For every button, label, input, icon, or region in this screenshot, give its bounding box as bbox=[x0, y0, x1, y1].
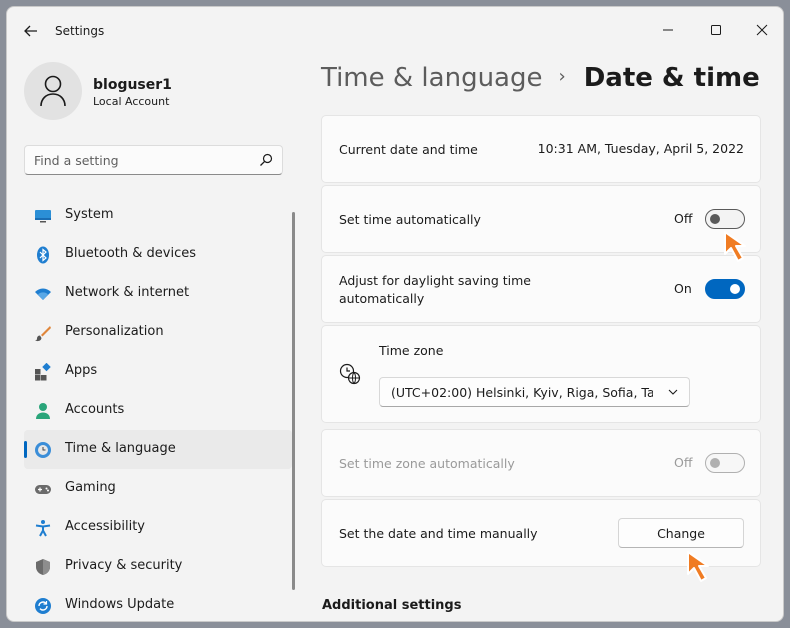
minimize-icon bbox=[663, 29, 673, 31]
sidebar-item-privacy[interactable]: Privacy & security bbox=[24, 547, 292, 586]
sidebar-item-windows-update[interactable]: Windows Update bbox=[24, 586, 292, 621]
set-time-zone-auto-label: Set time zone automatically bbox=[339, 456, 515, 471]
title-bar: Settings bbox=[7, 7, 783, 51]
back-arrow-icon bbox=[24, 25, 37, 37]
toggle-knob bbox=[710, 458, 720, 468]
sidebar-item-accessibility[interactable]: Accessibility bbox=[24, 508, 292, 547]
breadcrumb-separator: › bbox=[558, 66, 566, 87]
sidebar-item-label: Network & internet bbox=[65, 285, 190, 300]
sidebar-item-personalization[interactable]: Personalization bbox=[24, 313, 292, 352]
set-time-zone-auto-toggle bbox=[705, 453, 745, 473]
set-time-auto-label: Set time automatically bbox=[339, 212, 481, 227]
maximize-icon bbox=[711, 25, 721, 35]
daylight-saving-label-line1: Adjust for daylight saving time bbox=[339, 273, 531, 288]
time-zone-selected: (UTC+02:00) Helsinki, Kyiv, Riga, Sofia,… bbox=[391, 385, 653, 400]
globe-clock-icon bbox=[339, 363, 361, 385]
search-input[interactable] bbox=[25, 146, 245, 174]
account-type: Local Account bbox=[93, 95, 170, 108]
close-icon bbox=[756, 24, 768, 36]
manual-datetime-label: Set the date and time manually bbox=[339, 526, 538, 541]
shield-icon bbox=[36, 559, 50, 575]
accessibility-icon bbox=[35, 520, 51, 537]
settings-window: Settings bloguser1 Local Account Find a … bbox=[6, 6, 784, 622]
sidebar-item-label: Privacy & security bbox=[65, 558, 183, 573]
daylight-saving-card: Adjust for daylight saving time automati… bbox=[321, 255, 761, 323]
wifi-icon bbox=[35, 288, 51, 300]
daylight-saving-label-line2: automatically bbox=[339, 291, 425, 306]
sidebar-item-label: Gaming bbox=[65, 480, 116, 495]
current-datetime-label: Current date and time bbox=[339, 142, 478, 157]
user-name: bloguser1 bbox=[93, 77, 172, 93]
additional-settings-heading: Additional settings bbox=[322, 598, 462, 613]
close-button[interactable] bbox=[745, 15, 779, 45]
set-time-auto-state: Off bbox=[674, 211, 693, 226]
globe-clock-icon bbox=[35, 442, 51, 458]
current-datetime-value: 10:31 AM, Tuesday, April 5, 2022 bbox=[537, 141, 744, 156]
update-icon bbox=[35, 598, 51, 614]
page-title: Date & time bbox=[583, 63, 760, 93]
time-zone-dropdown[interactable]: (UTC+02:00) Helsinki, Kyiv, Riga, Sofia,… bbox=[379, 377, 690, 407]
sidebar-item-label: Accounts bbox=[65, 402, 125, 417]
avatar[interactable] bbox=[24, 62, 82, 120]
active-indicator bbox=[24, 441, 27, 458]
daylight-saving-toggle[interactable] bbox=[705, 279, 745, 299]
scrollbar[interactable] bbox=[292, 212, 295, 590]
sidebar-item-gaming[interactable]: Gaming bbox=[24, 469, 292, 508]
sidebar-item-label: Personalization bbox=[65, 324, 164, 339]
sidebar-item-system[interactable]: System bbox=[24, 196, 292, 235]
sidebar-item-network[interactable]: Network & internet bbox=[24, 274, 292, 313]
user-icon bbox=[40, 75, 66, 107]
pointer-arrow-icon bbox=[724, 231, 746, 262]
time-zone-label: Time zone bbox=[379, 343, 444, 358]
sidebar-item-bluetooth[interactable]: Bluetooth & devices bbox=[24, 235, 292, 274]
set-time-zone-auto-card: Set time zone automatically Off bbox=[321, 429, 761, 497]
change-button[interactable]: Change bbox=[618, 518, 744, 548]
sidebar-nav: System Bluetooth & devices Network & int… bbox=[24, 196, 292, 621]
minimize-button[interactable] bbox=[651, 15, 685, 45]
bluetooth-icon bbox=[37, 246, 49, 264]
search-icon[interactable] bbox=[259, 153, 273, 167]
search-box[interactable] bbox=[24, 145, 283, 175]
sidebar-item-label: Windows Update bbox=[65, 597, 175, 612]
breadcrumb-parent[interactable]: Time & language bbox=[321, 63, 542, 93]
brush-icon bbox=[35, 326, 51, 342]
breadcrumb: Time & language › Date & time bbox=[321, 63, 760, 103]
maximize-button[interactable] bbox=[699, 15, 733, 45]
gamepad-icon bbox=[35, 485, 51, 494]
sidebar-item-label: Bluetooth & devices bbox=[65, 246, 196, 261]
sidebar-item-time-language[interactable]: Time & language bbox=[24, 430, 292, 469]
sidebar-item-accounts[interactable]: Accounts bbox=[24, 391, 292, 430]
pointer-arrow-icon bbox=[687, 551, 709, 582]
set-time-zone-auto-state: Off bbox=[674, 455, 693, 470]
sidebar-item-label: Accessibility bbox=[65, 519, 145, 534]
back-button[interactable] bbox=[19, 19, 43, 43]
sidebar-item-label: Apps bbox=[65, 363, 98, 378]
daylight-saving-state: On bbox=[674, 281, 692, 296]
app-title: Settings bbox=[55, 24, 105, 38]
sidebar-item-apps[interactable]: Apps bbox=[24, 352, 292, 391]
accounts-icon bbox=[36, 403, 50, 419]
time-zone-card: Time zone (UTC+02:00) Helsinki, Kyiv, Ri… bbox=[321, 325, 761, 423]
set-time-auto-toggle[interactable] bbox=[705, 209, 745, 229]
system-icon bbox=[35, 210, 51, 223]
toggle-knob bbox=[730, 284, 740, 294]
apps-icon bbox=[35, 363, 51, 381]
toggle-knob bbox=[710, 214, 720, 224]
sidebar-item-label: Time & language bbox=[65, 441, 176, 456]
daylight-saving-label: Adjust for daylight saving time automati… bbox=[339, 272, 531, 308]
sidebar-item-label: System bbox=[65, 207, 114, 222]
current-datetime-card: Current date and time 10:31 AM, Tuesday,… bbox=[321, 115, 761, 183]
set-time-auto-card: Set time automatically Off bbox=[321, 185, 761, 253]
chevron-down-icon bbox=[668, 389, 678, 395]
